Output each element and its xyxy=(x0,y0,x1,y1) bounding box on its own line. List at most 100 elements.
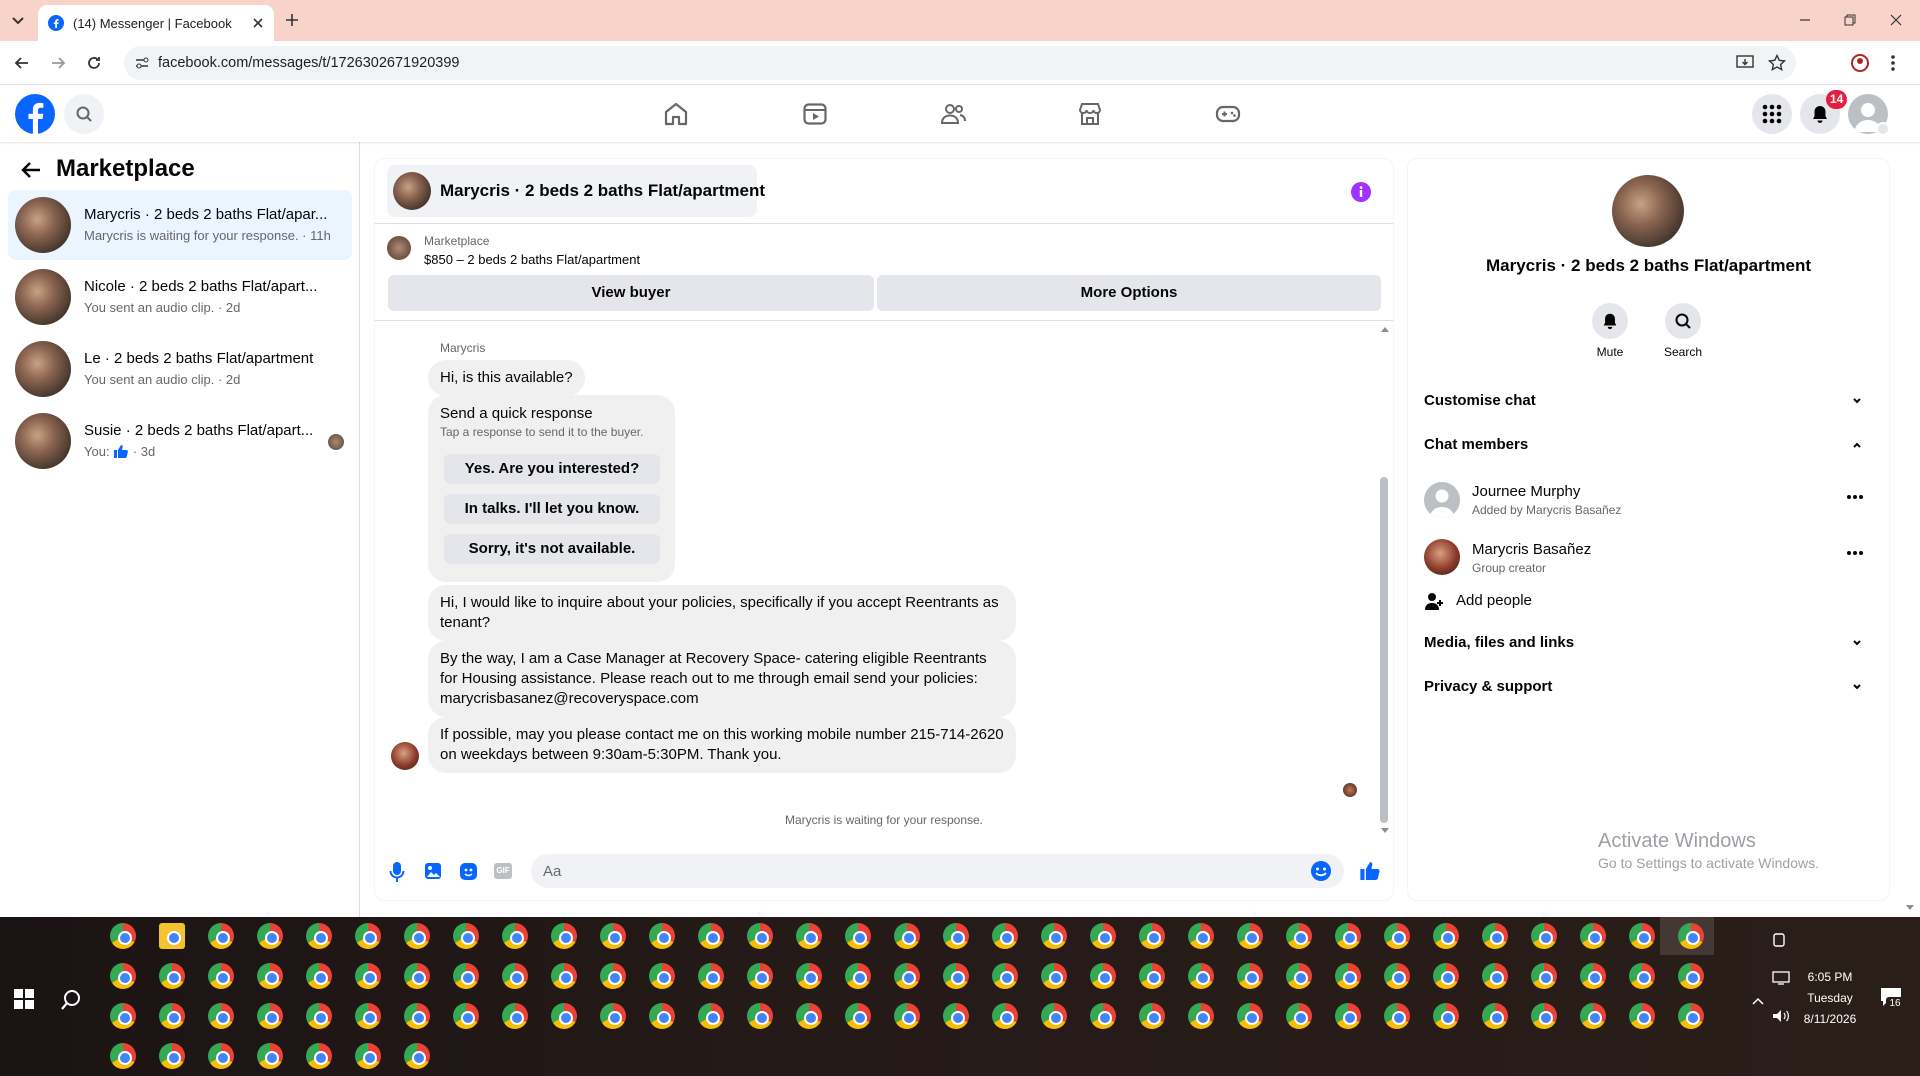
taskbar-chrome-app-icon[interactable] xyxy=(796,923,822,949)
taskbar-chrome-app-icon[interactable] xyxy=(1580,1003,1606,1029)
taskbar-chrome-app-icon[interactable] xyxy=(355,963,381,989)
taskbar-chrome-app-icon[interactable] xyxy=(1629,1003,1655,1029)
taskbar-chrome-app-icon[interactable] xyxy=(894,923,920,949)
volume-icon[interactable] xyxy=(1772,1009,1790,1023)
taskbar-chrome-app-icon[interactable] xyxy=(110,1003,136,1029)
taskbar-chrome-app-icon[interactable] xyxy=(502,1003,528,1029)
page-scroll-down-icon[interactable] xyxy=(1905,904,1915,912)
nav-friends[interactable] xyxy=(935,96,971,132)
taskbar-chrome-app-icon[interactable] xyxy=(355,1043,381,1069)
taskbar-chrome-app-icon[interactable] xyxy=(698,963,724,989)
taskbar-chrome-app-icon[interactable] xyxy=(1580,963,1606,989)
taskbar-chrome-app-icon[interactable] xyxy=(649,1003,675,1029)
taskbar-chrome-app-icon[interactable] xyxy=(404,963,430,989)
taskbar-chrome-app-icon[interactable] xyxy=(1041,1003,1067,1029)
nav-marketplace[interactable] xyxy=(1072,96,1108,132)
taskbar-chrome-app-icon[interactable] xyxy=(1286,923,1312,949)
taskbar-chrome-app-icon[interactable] xyxy=(1629,963,1655,989)
taskbar-chrome-app-icon[interactable] xyxy=(1580,923,1606,949)
taskbar-chrome-app-icon[interactable] xyxy=(1384,1003,1410,1029)
taskbar-chrome-app-icon[interactable] xyxy=(649,923,675,949)
mute-button[interactable] xyxy=(1592,303,1628,339)
taskbar-chrome-app-icon[interactable] xyxy=(453,1003,479,1029)
taskbar-chrome-app-icon[interactable] xyxy=(600,1003,626,1029)
tab-close-icon[interactable] xyxy=(252,17,264,29)
taskbar-chrome-app-icon[interactable] xyxy=(502,923,528,949)
nav-home[interactable] xyxy=(658,96,694,132)
taskbar-chrome-app-icon[interactable] xyxy=(159,923,185,949)
photo-attach-icon[interactable] xyxy=(424,862,442,880)
scroll-down-arrow-icon[interactable] xyxy=(1380,827,1390,835)
taskbar-chrome-app-icon[interactable] xyxy=(355,923,381,949)
taskbar-chrome-app-icon[interactable] xyxy=(551,963,577,989)
taskbar-chrome-app-icon[interactable] xyxy=(1188,923,1214,949)
conversation-item[interactable]: Le · 2 beds 2 baths Flat/apartment You s… xyxy=(8,334,352,404)
taskbar-chrome-app-icon[interactable] xyxy=(355,1003,381,1029)
taskbar-chrome-app-icon[interactable] xyxy=(1335,923,1361,949)
taskbar-chrome-app-icon[interactable] xyxy=(1482,963,1508,989)
taskbar-chrome-app-icon[interactable] xyxy=(845,963,871,989)
site-info-icon[interactable] xyxy=(134,55,150,71)
taskbar-chrome-app-icon[interactable] xyxy=(1041,963,1067,989)
message-input[interactable]: Aa xyxy=(531,854,1344,888)
nav-video[interactable] xyxy=(797,96,833,132)
taskbar-chrome-app-icon[interactable] xyxy=(1286,1003,1312,1029)
taskbar-chrome-app-icon[interactable] xyxy=(943,923,969,949)
taskbar-chrome-app-icon[interactable] xyxy=(894,1003,920,1029)
taskbar-chrome-app-icon[interactable] xyxy=(1090,963,1116,989)
taskbar-search-icon[interactable] xyxy=(60,989,82,1011)
taskbar-chrome-app-icon[interactable] xyxy=(306,923,332,949)
view-buyer-button[interactable]: View buyer xyxy=(388,275,874,311)
taskbar-chrome-app-icon[interactable] xyxy=(943,963,969,989)
taskbar-chrome-app-icon[interactable] xyxy=(943,1003,969,1029)
show-hidden-icons-chevron[interactable] xyxy=(1752,997,1764,1005)
taskbar-chrome-app-icon[interactable] xyxy=(845,1003,871,1029)
taskbar-chrome-app-icon[interactable] xyxy=(1482,923,1508,949)
scroll-up-arrow-icon[interactable] xyxy=(1380,325,1390,333)
tab-search-icon[interactable] xyxy=(8,10,28,30)
taskbar-chrome-app-icon[interactable] xyxy=(1678,1003,1704,1029)
minimize-icon[interactable] xyxy=(1798,13,1812,27)
restore-icon[interactable] xyxy=(1843,13,1857,27)
taskbar-chrome-app-icon[interactable] xyxy=(845,923,871,949)
search-in-chat-button[interactable] xyxy=(1665,303,1701,339)
clock-time[interactable]: 6:05 PM xyxy=(1800,970,1860,984)
taskbar-chrome-app-icon[interactable] xyxy=(208,923,234,949)
taskbar-chrome-app-icon[interactable] xyxy=(1531,923,1557,949)
taskbar-chrome-app-icon[interactable] xyxy=(208,1003,234,1029)
taskbar-chrome-app-icon[interactable] xyxy=(551,923,577,949)
taskbar-chrome-app-icon[interactable] xyxy=(257,963,283,989)
emoji-icon[interactable] xyxy=(1310,860,1332,882)
member-row[interactable]: Marycris Basañez Group creator xyxy=(1424,533,1864,583)
quick-response-option[interactable]: Sorry, it's not available. xyxy=(444,534,660,564)
taskbar-chrome-app-icon[interactable] xyxy=(551,1003,577,1029)
taskbar-chrome-app-icon[interactable] xyxy=(1139,1003,1165,1029)
taskbar-chrome-app-icon[interactable] xyxy=(1384,923,1410,949)
gif-icon[interactable]: GIF xyxy=(494,863,512,879)
taskbar-chrome-app-icon[interactable] xyxy=(1090,1003,1116,1029)
more-icon[interactable] xyxy=(1846,550,1864,556)
taskbar-chrome-app-icon[interactable] xyxy=(747,963,773,989)
address-bar[interactable]: facebook.com/messages/t/1726302671920399 xyxy=(124,46,1796,80)
taskbar-chrome-app-icon[interactable] xyxy=(1433,923,1459,949)
taskbar-chrome-app-icon[interactable] xyxy=(1433,963,1459,989)
more-options-button[interactable]: More Options xyxy=(877,275,1381,311)
taskbar-chrome-app-icon[interactable] xyxy=(1433,1003,1459,1029)
window-close-icon[interactable] xyxy=(1889,13,1903,27)
taskbar-chrome-app-icon[interactable] xyxy=(747,1003,773,1029)
network-icon[interactable] xyxy=(1772,971,1790,985)
taskbar-chrome-app-icon[interactable] xyxy=(992,963,1018,989)
chat-title-button[interactable]: Marycris · 2 beds 2 baths Flat/apartment xyxy=(387,165,765,217)
taskbar-chrome-app-icon[interactable] xyxy=(110,963,136,989)
taskbar-chrome-app-icon[interactable] xyxy=(257,1003,283,1029)
taskbar-chrome-app-icon[interactable] xyxy=(1629,923,1655,949)
taskbar-chrome-app-icon[interactable] xyxy=(1482,1003,1508,1029)
menu-button[interactable] xyxy=(1752,94,1792,134)
taskbar-chrome-app-icon[interactable] xyxy=(1188,1003,1214,1029)
taskbar-chrome-app-icon[interactable] xyxy=(1237,923,1263,949)
taskbar-chrome-app-icon[interactable] xyxy=(1335,1003,1361,1029)
taskbar-chrome-app-icon[interactable] xyxy=(649,963,675,989)
more-icon[interactable] xyxy=(1846,494,1864,500)
browser-tab[interactable]: (14) Messenger | Facebook xyxy=(38,5,274,41)
taskbar-chrome-app-icon[interactable] xyxy=(992,923,1018,949)
